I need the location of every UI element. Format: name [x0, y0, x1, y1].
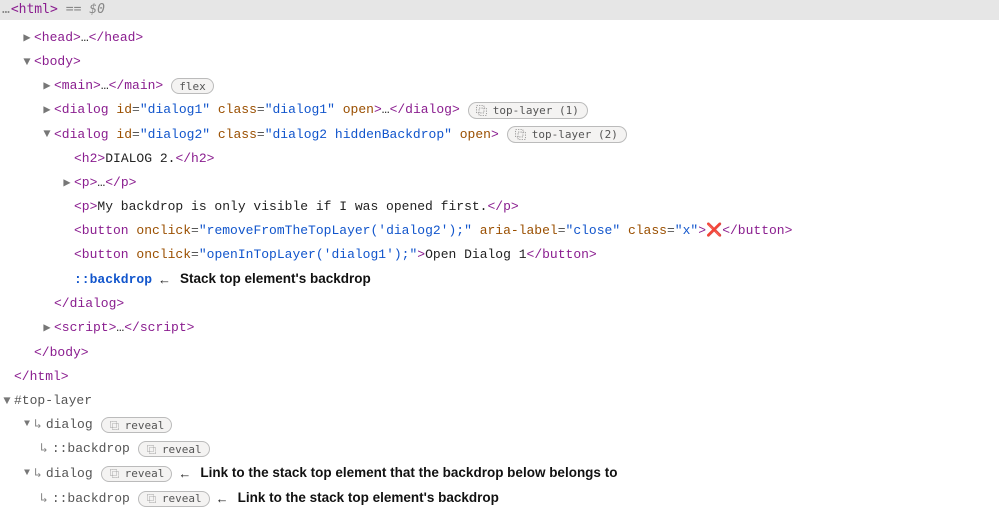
reveal-badge[interactable]: reveal	[138, 491, 210, 507]
layers-icon	[475, 104, 488, 117]
console-var: == $0	[66, 0, 105, 20]
expand-toggle[interactable]: ▼	[20, 417, 34, 433]
node-p-collapsed[interactable]: ▶ <p>…</p>	[0, 171, 999, 195]
button-open-code: <button onclick="openInTopLayer('dialog1…	[74, 245, 425, 265]
dialog1-code: <dialog id="dialog1" class="dialog1" ope…	[54, 100, 382, 120]
top-layer-badge-2[interactable]: top-layer (2)	[507, 126, 627, 143]
left-arrow-icon: ←	[178, 464, 191, 484]
expand-toggle[interactable]: ▶	[60, 174, 74, 193]
node-backdrop-pseudo[interactable]: · ::backdrop ←Stack top element's backdr…	[0, 267, 999, 292]
expand-toggle[interactable]: ▶	[40, 101, 54, 120]
top-layer-entry-backdrop-annotated[interactable]: ↳::backdrop reveal ←Link to the stack to…	[0, 486, 999, 511]
layers-icon	[109, 468, 120, 479]
ellipsis-icon: …	[2, 0, 9, 20]
selected-element-bar: … <html> == $0	[0, 0, 999, 20]
cross-icon: ❌	[706, 221, 722, 241]
expand-toggle[interactable]: ▼	[20, 53, 34, 72]
layers-icon	[146, 444, 157, 455]
node-button-open[interactable]: · <button onclick="openInTopLayer('dialo…	[0, 243, 999, 267]
left-arrow-icon: ←	[158, 270, 171, 290]
node-p-text[interactable]: · <p>My backdrop is only visible if I wa…	[0, 195, 999, 219]
top-layer-entry-dialog-annotated[interactable]: ▼↳dialog reveal ←Link to the stack top e…	[0, 461, 999, 486]
node-main[interactable]: ▶ <main>…</main> flex	[0, 74, 999, 98]
annotation-link-backdrop: Link to the stack top element's backdrop	[238, 488, 499, 509]
link-arrow-icon: ↳	[34, 415, 42, 435]
expand-toggle[interactable]: ▶	[40, 77, 54, 96]
link-arrow-icon: ↳	[40, 439, 48, 459]
node-button-close[interactable]: · <button onclick="removeFromTheTopLayer…	[0, 219, 999, 243]
node-dialog2-close[interactable]: · </dialog>	[0, 292, 999, 316]
top-layer-badge-1[interactable]: top-layer (1)	[468, 102, 588, 119]
node-script[interactable]: ▶ <script>…</script>	[0, 316, 999, 340]
node-body-open[interactable]: ▼ <body>	[0, 50, 999, 74]
button-close-code: <button onclick="removeFromTheTopLayer('…	[74, 221, 706, 241]
annotation-link-stack-top: Link to the stack top element that the b…	[200, 463, 617, 484]
node-h2[interactable]: · <h2>DIALOG 2.</h2>	[0, 147, 999, 171]
layers-icon	[514, 128, 527, 141]
top-layer-entry-dialog[interactable]: ▼↳dialog reveal	[0, 413, 999, 437]
reveal-badge[interactable]: reveal	[138, 441, 210, 457]
dom-tree: ▶ <head>…</head> ▼ <body> ▶ <main>…</mai…	[0, 20, 999, 519]
expand-toggle[interactable]: ▶	[20, 29, 34, 48]
left-arrow-icon: ←	[216, 489, 229, 509]
link-arrow-icon: ↳	[40, 489, 48, 509]
node-top-layer[interactable]: ▼#top-layer	[0, 389, 999, 413]
expand-toggle[interactable]: ▶	[40, 319, 54, 338]
annotation-stack-top-backdrop: Stack top element's backdrop	[180, 269, 371, 290]
reveal-badge[interactable]: reveal	[101, 466, 173, 482]
flex-badge[interactable]: flex	[171, 78, 214, 94]
top-layer-entry-backdrop[interactable]: ↳::backdrop reveal	[0, 437, 999, 461]
selected-tag[interactable]: <html>	[11, 0, 58, 20]
node-body-close[interactable]: · </body>	[0, 341, 999, 365]
node-head[interactable]: ▶ <head>…</head>	[0, 26, 999, 50]
expand-toggle[interactable]: ▼	[20, 466, 34, 482]
node-dialog1[interactable]: ▶ <dialog id="dialog1" class="dialog1" o…	[0, 98, 999, 122]
layers-icon	[109, 420, 120, 431]
node-html-close[interactable]: · </html>	[0, 365, 999, 389]
layers-icon	[146, 493, 157, 504]
dialog2-code: <dialog id="dialog2" class="dialog2 hidd…	[54, 125, 499, 145]
expand-toggle[interactable]: ▼	[40, 125, 54, 144]
link-arrow-icon: ↳	[34, 464, 42, 484]
node-dialog2-open[interactable]: ▼ <dialog id="dialog2" class="dialog2 hi…	[0, 123, 999, 147]
expand-toggle[interactable]: ▼	[0, 392, 14, 411]
reveal-badge[interactable]: reveal	[101, 417, 173, 433]
